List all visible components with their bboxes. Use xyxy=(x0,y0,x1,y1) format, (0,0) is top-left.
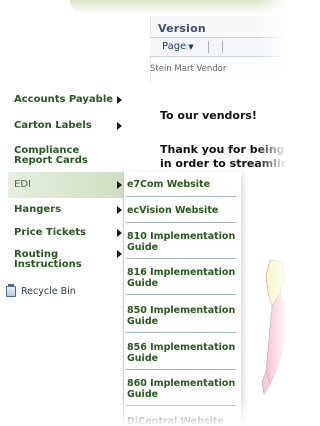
menu-item-label: Routing Instructions xyxy=(14,249,82,270)
menu-item-compliance-report-cards[interactable]: Compliance Report Cards xyxy=(8,141,124,171)
submenu-divider xyxy=(126,258,236,259)
us-map-graphic xyxy=(261,259,286,395)
map-region-pink xyxy=(265,293,286,385)
menu-item-accounts-payable[interactable]: Accounts Payable xyxy=(8,88,124,112)
top-ribbon-glow xyxy=(70,0,286,14)
submenu-item-860-guide[interactable]: 860 Implementation Guide xyxy=(124,378,236,400)
chevron-right-icon xyxy=(117,96,122,104)
submenu-item-e7com-website[interactable]: e7Com Website xyxy=(124,179,236,190)
submenu-divider xyxy=(126,369,236,370)
caret-down-icon: ▼ xyxy=(188,43,194,51)
submenu-item-ecvision-website[interactable]: ecVision Website xyxy=(124,205,236,216)
menu-item-price-tickets[interactable]: Price Tickets xyxy=(8,221,124,245)
submenu-divider xyxy=(126,196,236,197)
chevron-right-icon xyxy=(117,250,122,258)
chevron-right-icon xyxy=(117,181,122,189)
menu-item-label: Price Tickets xyxy=(14,227,86,238)
chevron-right-icon xyxy=(117,229,122,237)
toolbar-divider xyxy=(222,41,223,53)
chevron-right-icon xyxy=(117,206,122,214)
submenu-divider xyxy=(126,222,236,223)
breadcrumb: Stein Mart Vendor xyxy=(150,64,227,74)
site-title: Version xyxy=(158,22,206,35)
submenu-item-816-guide[interactable]: 816 Implementation Guide xyxy=(124,267,236,289)
submenu-item-810-guide[interactable]: 810 Implementation Guide xyxy=(124,231,236,253)
menu-item-label: Accounts Payable xyxy=(14,94,114,105)
submenu-divider xyxy=(126,332,236,333)
menu-item-edi[interactable]: EDI xyxy=(8,172,124,198)
page-menu-label: Page xyxy=(162,41,187,52)
submenu-item-850-guide[interactable]: 850 Implementation Guide xyxy=(124,305,236,327)
chevron-right-icon xyxy=(117,122,122,130)
menu-item-label: Hangers xyxy=(14,204,62,215)
menu-item-carton-labels[interactable]: Carton Labels xyxy=(8,114,124,138)
recycle-bin-label: Recycle Bin xyxy=(21,286,76,297)
edi-submenu: e7Com Website ecVision Website 810 Imple… xyxy=(123,172,241,426)
menu-item-label: Carton Labels xyxy=(14,120,92,131)
submenu-divider xyxy=(126,294,236,295)
menu-item-routing-instructions[interactable]: Routing Instructions xyxy=(8,245,124,275)
menu-item-label: EDI xyxy=(14,179,31,190)
recycle-bin-icon xyxy=(6,284,16,297)
quick-launch-menu: Accounts Payable Carton Labels Complianc… xyxy=(8,88,124,310)
submenu-item-dicentral-website[interactable]: DiCentral Website xyxy=(124,416,236,426)
content-line: Thank you for being xyxy=(160,143,285,156)
recycle-bin-link[interactable]: Recycle Bin xyxy=(6,284,76,297)
content-heading: To our vendors! xyxy=(160,109,257,122)
page-menu-button[interactable]: Page ▼ xyxy=(162,41,194,52)
content-line: in order to streamlin xyxy=(160,157,286,170)
submenu-item-856-guide[interactable]: 856 Implementation Guide xyxy=(124,342,236,364)
menu-item-label: Compliance Report Cards xyxy=(14,145,88,166)
menu-item-hangers[interactable]: Hangers xyxy=(8,198,124,222)
content-body: Thank you for being in order to streamli… xyxy=(160,143,286,171)
submenu-divider xyxy=(126,405,236,406)
sharepoint-page: Version Page ▼ Stein Mart Vendor To our v… xyxy=(0,0,286,426)
toolbar-divider xyxy=(208,41,209,53)
